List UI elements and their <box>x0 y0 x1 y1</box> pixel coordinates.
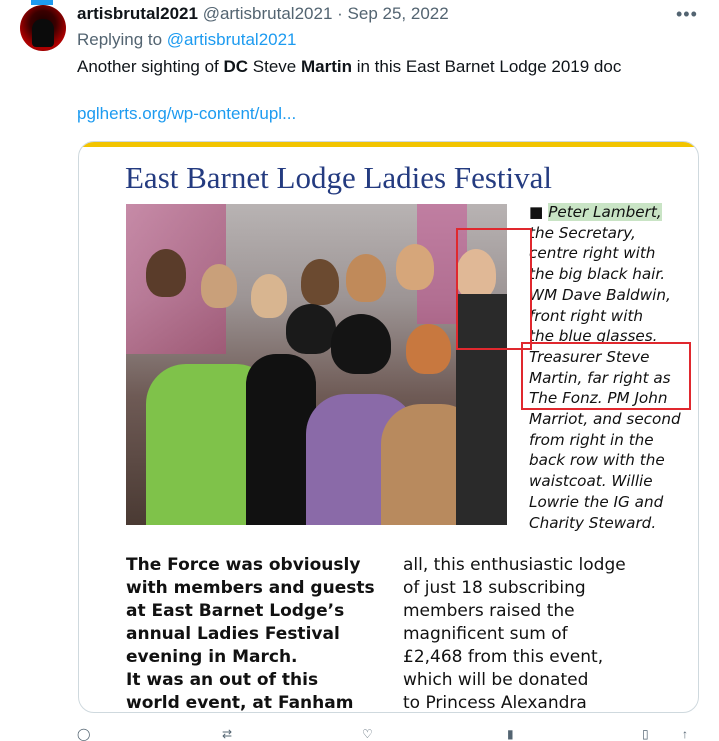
caption-line: Marriot, and second <box>529 410 681 429</box>
views-icon[interactable]: ▮ <box>507 727 514 741</box>
attached-image[interactable]: East Barnet Lodge Ladies Festival ■ Pete… <box>78 141 699 713</box>
highlight-box-treasurer-caption <box>521 342 691 410</box>
body-line: members raised the <box>403 601 575 621</box>
timestamp[interactable]: Sep 25, 2022 <box>348 4 449 23</box>
reply-prefix: Replying to <box>77 30 163 49</box>
reply-handle-link[interactable]: @artisbrutal2021 <box>167 30 297 49</box>
tweet-link[interactable]: pglherts.org/wp-content/upl... <box>77 104 296 124</box>
caption-line: from right in the <box>529 430 654 449</box>
display-name[interactable]: artisbrutal2021 <box>77 4 198 23</box>
tweet-text-bold: DC <box>223 57 249 76</box>
caption-line: Charity Steward. <box>529 513 657 532</box>
reply-context: Replying to @artisbrutal2021 <box>77 30 297 50</box>
body-line: all, this enthusiastic lodge <box>403 555 626 575</box>
caption-bullet: ■ <box>529 203 544 221</box>
body-line: to Princess Alexandra <box>403 693 587 713</box>
like-icon[interactable]: ♡ <box>362 727 373 741</box>
tweet-text-part: Steve <box>248 57 301 76</box>
tweet-text-bold: Martin <box>300 57 352 76</box>
group-photo <box>126 204 507 525</box>
tweet-actions: ◯ ⇄ ♡ ▮ ▯ ↑ <box>77 727 697 741</box>
document-accent-bar <box>79 142 698 147</box>
tweet-text-part: Another sighting of <box>77 57 224 76</box>
caption-line: the big black hair. <box>529 265 666 284</box>
caption-line: centre right with <box>529 244 656 263</box>
tweet-text: Another sighting of DC Steve Martin in t… <box>77 57 621 77</box>
body-line: evening in March. <box>126 647 298 667</box>
body-line: of just 18 subscribing <box>403 578 586 598</box>
caption-line: front right with <box>529 306 644 325</box>
retweet-icon[interactable]: ⇄ <box>222 727 232 741</box>
more-options-icon[interactable]: ••• <box>676 4 698 25</box>
tweet-header: artisbrutal2021 @artisbrutal2021 · Sep 2… <box>77 4 449 24</box>
separator: · <box>337 4 343 23</box>
caption-line: waistcoat. Willie <box>529 472 653 491</box>
handle[interactable]: @artisbrutal2021 <box>203 4 333 23</box>
body-line: at East Barnet Lodge’s <box>126 601 345 621</box>
caption-line: back row with the <box>529 451 665 470</box>
tweet-text-part: in this East Barnet Lodge 2019 doc <box>351 57 622 76</box>
article-body-right: all, this enthusiastic lodge of just 18 … <box>403 554 653 713</box>
share-icon[interactable]: ↑ <box>682 727 688 741</box>
caption-line: Lowrie the IG and <box>529 492 664 511</box>
article-body-left: The Force was obviously with members and… <box>126 554 375 713</box>
body-line: world event, at Fanham <box>126 693 354 713</box>
body-line: which will be donated <box>403 670 589 690</box>
body-line: with members and guests <box>126 578 375 598</box>
avatar[interactable] <box>20 5 66 51</box>
body-line: The Force was obviously <box>126 555 361 575</box>
body-line: It was an out of this <box>126 670 319 690</box>
body-line: magnificent sum of <box>403 624 568 644</box>
reply-icon[interactable]: ◯ <box>77 727 90 741</box>
highlight-box-fonz-photo <box>456 228 532 350</box>
caption-line: WM Dave Baldwin, <box>529 285 671 304</box>
bookmark-icon[interactable]: ▯ <box>642 727 649 741</box>
document-title: East Barnet Lodge Ladies Festival <box>125 160 552 195</box>
caption-line: the Secretary, <box>529 223 636 242</box>
body-line: £2,468 from this event, <box>403 647 604 667</box>
caption-line: Peter Lambert, <box>548 203 662 221</box>
body-line: annual Ladies Festival <box>126 624 340 644</box>
